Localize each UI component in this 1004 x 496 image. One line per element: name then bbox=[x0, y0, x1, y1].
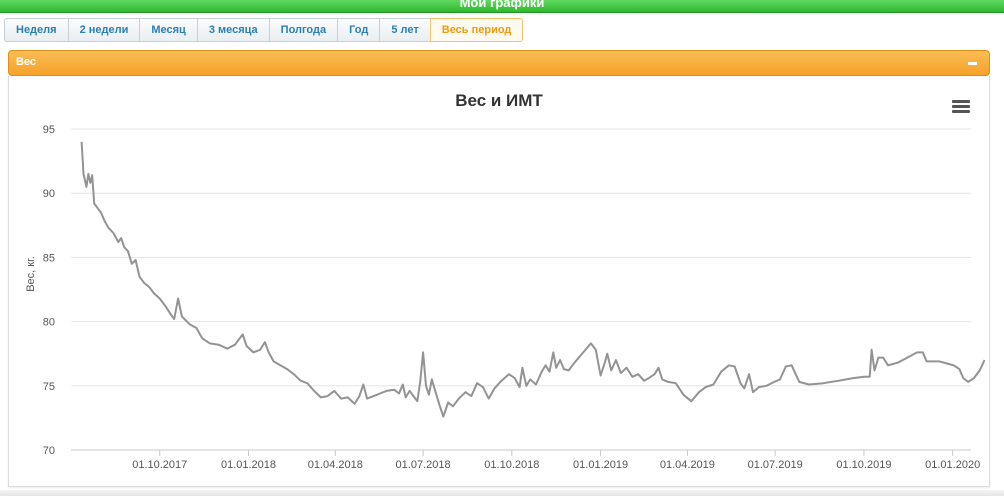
x-tick-label: 01.01.2018 bbox=[221, 459, 276, 471]
tab-year[interactable]: Год bbox=[337, 18, 380, 42]
x-tick-label: 01.04.2018 bbox=[308, 459, 363, 471]
y-tick-label: 75 bbox=[43, 381, 55, 393]
x-tick-label: 01.07.2019 bbox=[748, 459, 803, 471]
collapse-minus-icon[interactable] bbox=[968, 62, 977, 65]
weight-chart: 70 75 80 85 90 95 01.10.2017 01.01.2018 01.04.2… bbox=[25, 124, 986, 471]
y-tick-label: 95 bbox=[43, 124, 55, 136]
y-tick-labels: 70 75 80 85 90 95 bbox=[43, 124, 55, 457]
tab-all-period[interactable]: Весь период bbox=[429, 18, 524, 42]
y-tick-label: 70 bbox=[43, 445, 55, 457]
top-title: Мои графики bbox=[459, 0, 545, 10]
y-axis-label: Вес, кг. bbox=[25, 256, 37, 292]
x-tick-label: 01.01.2019 bbox=[573, 459, 628, 471]
x-tick-label: 01.04.2019 bbox=[660, 459, 715, 471]
tab-five-years[interactable]: 5 лет bbox=[379, 18, 430, 42]
tab-month[interactable]: Месяц bbox=[139, 18, 197, 42]
panel-title: Вес bbox=[16, 56, 37, 68]
y-tick-label: 90 bbox=[43, 188, 55, 200]
x-tick-label: 01.01.2020 bbox=[925, 459, 980, 471]
x-tick-labels: 01.10.2017 01.01.2018 01.04.2018 01.07.2018… bbox=[132, 450, 980, 471]
chart-panel: Вес и ИМТ 70 75 80 85 90 95 01.10.2017 01.01.2… bbox=[8, 76, 990, 487]
weight-series-line bbox=[80, 141, 986, 418]
tab-two-weeks[interactable]: 2 недели bbox=[67, 18, 140, 42]
top-title-bar: Мои графики bbox=[0, 0, 1004, 13]
tab-week[interactable]: Неделя bbox=[4, 18, 68, 42]
bottom-edge bbox=[0, 490, 1004, 496]
y-tick-label: 85 bbox=[43, 252, 55, 264]
grid-lines bbox=[71, 128, 971, 451]
x-tick-label: 01.07.2018 bbox=[396, 459, 451, 471]
tab-half-year[interactable]: Полгода bbox=[268, 18, 338, 42]
x-tick-label: 01.10.2019 bbox=[836, 459, 891, 471]
tab-three-months[interactable]: 3 месяца bbox=[196, 18, 269, 42]
x-tick-label: 01.10.2018 bbox=[484, 459, 539, 471]
weight-panel-header[interactable]: Вес bbox=[8, 50, 990, 76]
period-tabs: Неделя 2 недели Месяц 3 месяца Полгода Г… bbox=[4, 18, 524, 42]
x-tick-label: 01.10.2017 bbox=[132, 459, 187, 471]
y-tick-label: 80 bbox=[43, 317, 55, 329]
